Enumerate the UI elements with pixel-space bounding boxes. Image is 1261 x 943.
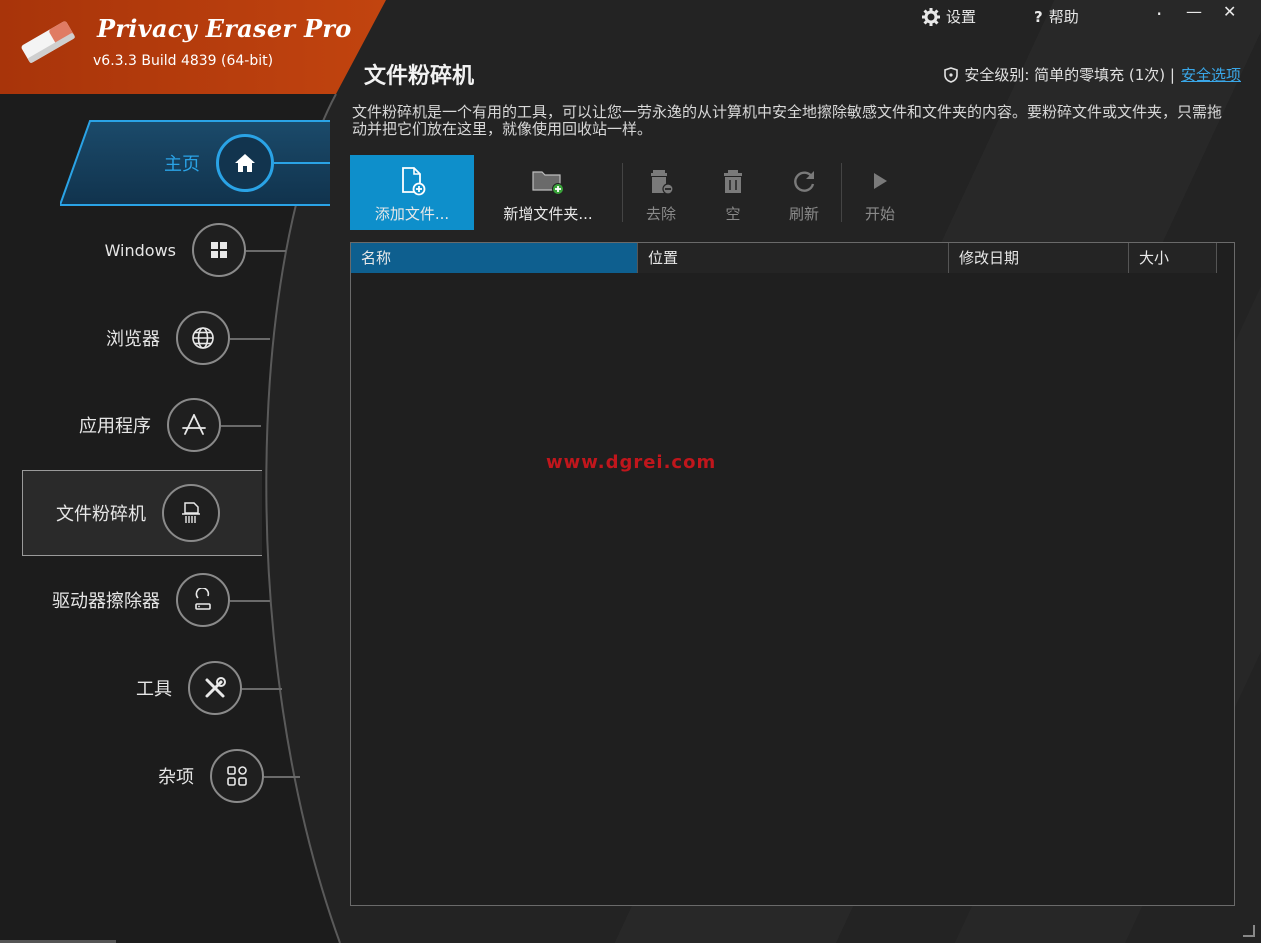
shredder-icon <box>162 484 220 542</box>
trash-remove-icon <box>647 163 675 199</box>
column-header-name[interactable]: 名称 <box>351 243 638 273</box>
settings-label: 设置 <box>946 8 977 26</box>
shield-icon <box>944 66 959 83</box>
nav-connector <box>264 776 300 778</box>
grid-icon <box>210 749 264 803</box>
toolbar: 添加文件... 新增文件夹... 去除 空 刷新 开始 <box>350 155 918 230</box>
brand-header: Privacy Eraser Pro v6.3.3 Build 4839 (64… <box>0 0 386 94</box>
sidebar-item-label: 驱动器擦除器 <box>52 591 160 612</box>
refresh-icon <box>790 163 818 199</box>
close-button[interactable]: ✕ <box>1223 2 1236 21</box>
sidebar-item-label: Windows <box>104 240 176 260</box>
page-description: 文件粉碎机是一个有用的工具，可以让您一劳永逸的从计算机中安全地擦除敏感文件和文件… <box>352 103 1223 138</box>
start-button[interactable]: 开始 <box>842 155 918 230</box>
new-folder-button[interactable]: 新增文件夹... <box>474 155 622 230</box>
new-folder-label: 新增文件夹... <box>503 205 593 223</box>
security-level: 安全级别: 简单的零填充 (1次) | 安全选项 <box>944 64 1241 85</box>
table-header: 名称 位置 修改日期 大小 <box>351 243 1234 273</box>
column-header-modified-date[interactable]: 修改日期 <box>949 243 1129 273</box>
sidebar-item-misc[interactable]: 杂项 <box>40 748 264 804</box>
windows-icon <box>192 223 246 277</box>
nav-connector <box>242 688 282 690</box>
help-label: 帮助 <box>1048 8 1079 26</box>
resize-grip[interactable] <box>1243 925 1255 937</box>
add-folder-icon <box>530 163 566 199</box>
add-file-label: 添加文件... <box>374 205 450 223</box>
sidebar-item-drive-wiper[interactable]: 驱动器擦除器 <box>40 572 230 628</box>
add-file-button[interactable]: 添加文件... <box>350 155 474 230</box>
app-store-icon <box>167 398 221 452</box>
eraser-logo-icon <box>21 21 75 63</box>
refresh-label: 刷新 <box>788 205 819 223</box>
play-icon <box>870 163 890 199</box>
minimize-button[interactable]: — <box>1186 2 1202 21</box>
sidebar-item-windows[interactable]: Windows <box>40 222 246 278</box>
sidebar-item-label: 杂项 <box>158 767 194 788</box>
tools-icon <box>188 661 242 715</box>
nav-connector <box>230 338 270 340</box>
app-version: v6.3.3 Build 4839 (64-bit) <box>93 53 274 69</box>
refresh-button[interactable]: 刷新 <box>767 155 841 230</box>
nav-connector <box>230 600 270 602</box>
drive-wiper-icon <box>176 573 230 627</box>
nav-connector <box>274 162 330 164</box>
sidebar-item-applications[interactable]: 应用程序 <box>40 397 221 453</box>
trash-icon <box>721 163 745 199</box>
menu-dot-button[interactable]: · <box>1156 2 1162 26</box>
security-options-link[interactable]: 安全选项 <box>1181 64 1241 85</box>
empty-button[interactable]: 空 <box>699 155 767 230</box>
empty-label: 空 <box>725 205 741 223</box>
help-button[interactable]: ? 帮助 <box>1034 6 1079 27</box>
gear-icon <box>922 7 940 26</box>
start-label: 开始 <box>864 205 895 223</box>
file-table[interactable]: 名称 位置 修改日期 大小 <box>350 242 1235 906</box>
globe-icon <box>176 311 230 365</box>
add-file-icon <box>397 163 427 199</box>
home-icon <box>216 134 274 192</box>
question-icon: ? <box>1034 7 1043 26</box>
security-label: 安全级别: 简单的零填充 (1次) | <box>964 66 1175 84</box>
sidebar-item-home[interactable]: 主页 <box>60 134 274 192</box>
remove-button[interactable]: 去除 <box>623 155 699 230</box>
sidebar-item-label: 浏览器 <box>106 329 160 350</box>
settings-button[interactable]: 设置 <box>922 6 976 27</box>
sidebar-item-label: 文件粉碎机 <box>56 504 146 525</box>
page-title: 文件粉碎机 <box>364 64 475 89</box>
app-name: Privacy Eraser Pro <box>97 14 352 43</box>
column-header-size[interactable]: 大小 <box>1129 243 1217 273</box>
nav-connector <box>221 425 261 427</box>
sidebar-item-label: 应用程序 <box>79 416 151 437</box>
sidebar-item-browser[interactable]: 浏览器 <box>40 310 230 366</box>
column-header-location[interactable]: 位置 <box>638 243 949 273</box>
sidebar-item-file-shredder[interactable]: 文件粉碎机 <box>40 484 220 542</box>
sidebar-item-label: 工具 <box>136 679 172 700</box>
watermark: www.dgrei.com <box>546 452 717 473</box>
sidebar-item-tools[interactable]: 工具 <box>40 660 242 716</box>
sidebar-item-label: 主页 <box>164 154 200 175</box>
remove-label: 去除 <box>645 205 676 223</box>
nav-connector <box>246 250 286 252</box>
